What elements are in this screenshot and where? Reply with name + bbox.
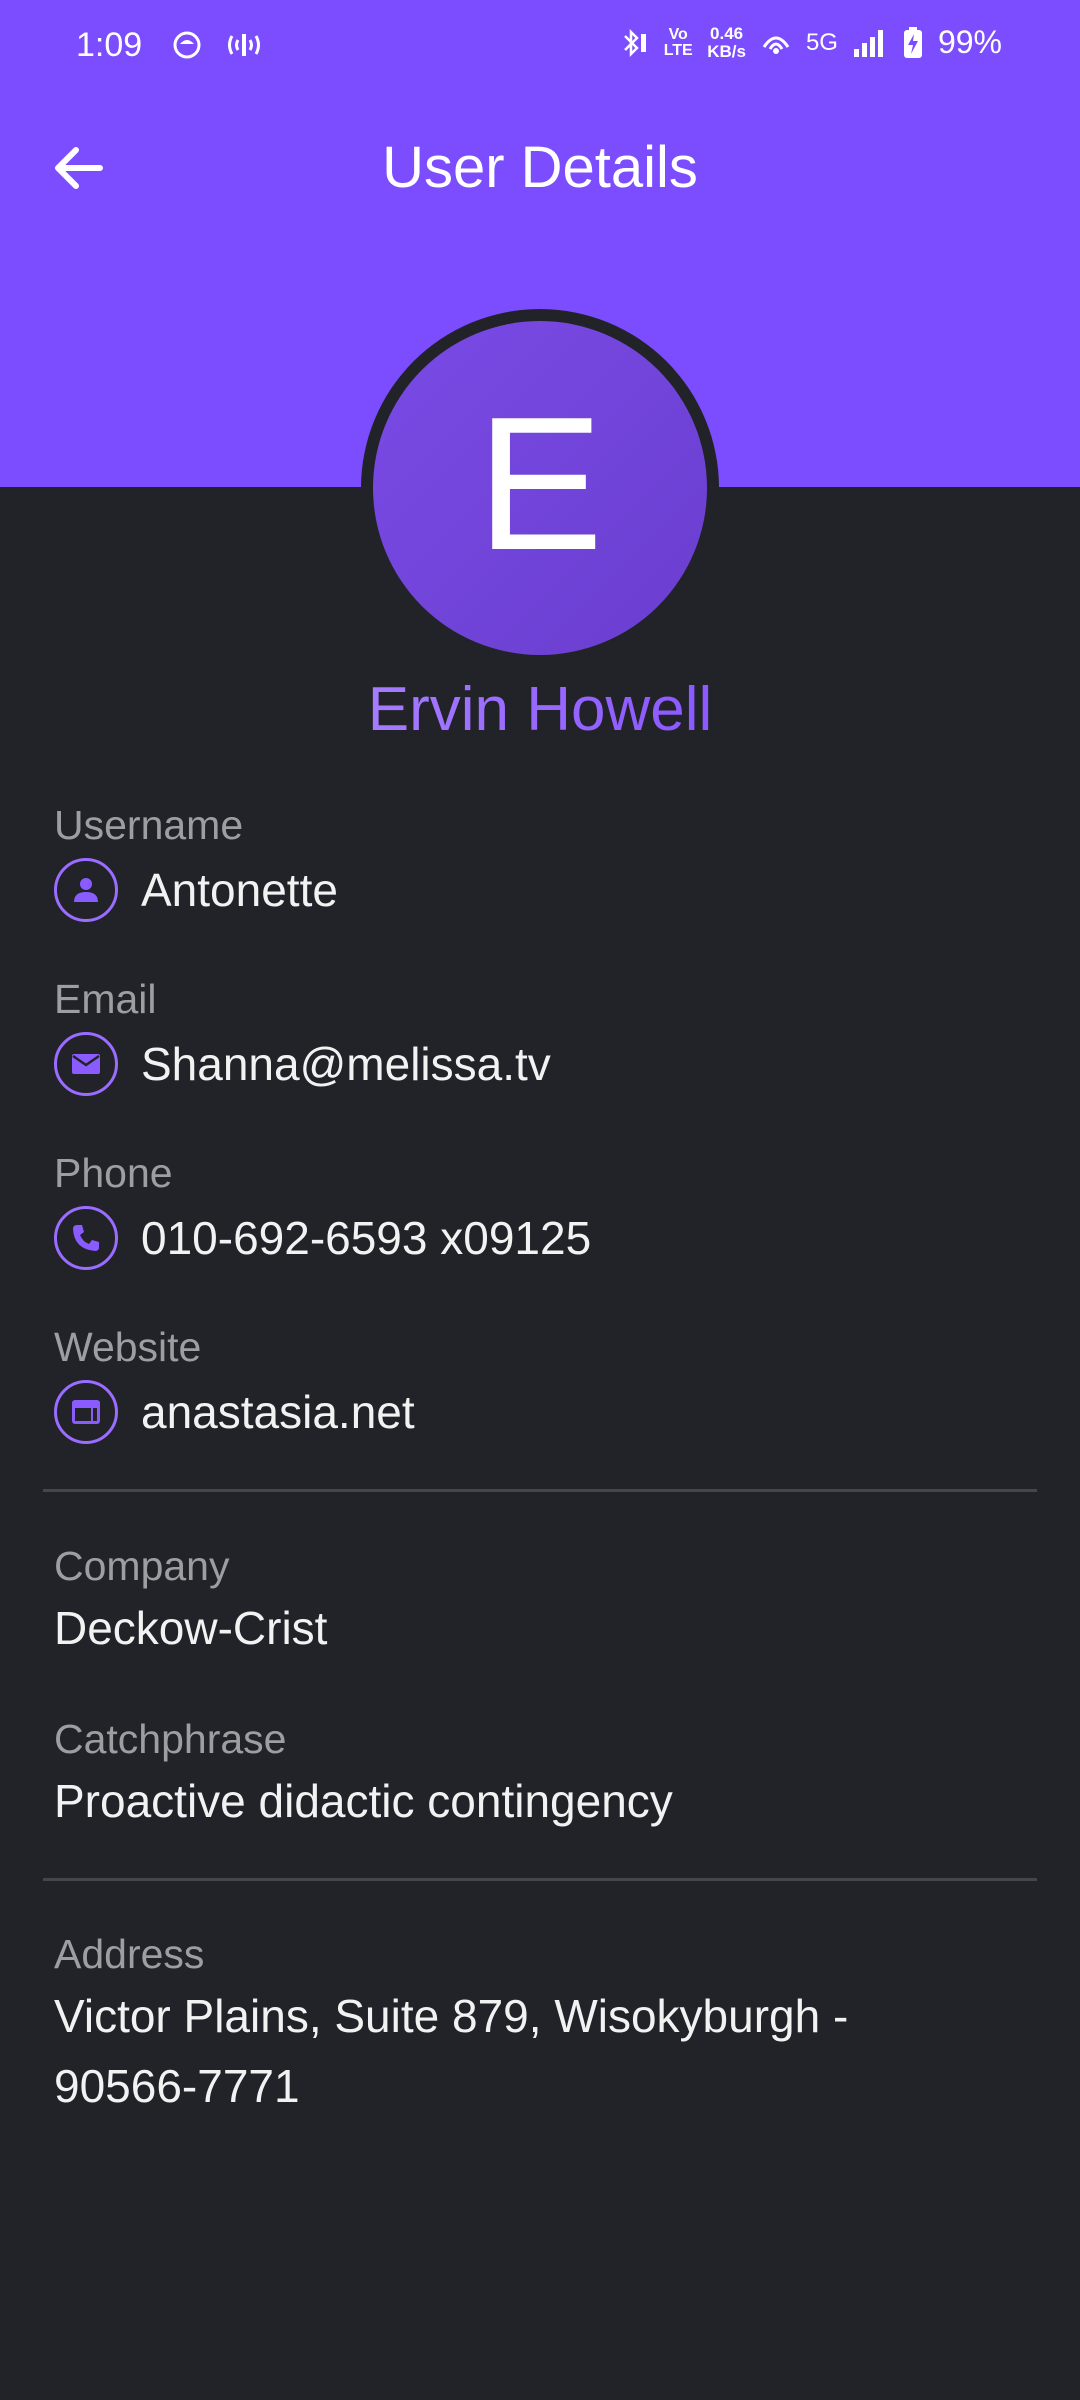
user-details-screen: 1:09 Vo LTE 0.46 KB/s 5G 99% User Detail… [0,0,1080,2400]
phone-icon [54,1206,118,1270]
status-time: 1:09 [76,26,143,64]
username-label: Username [54,802,244,848]
status-bar: 1:09 Vo LTE 0.46 KB/s 5G 99% [0,0,1080,96]
battery-level: 99% [937,24,1002,60]
status-left-icons [170,28,264,62]
network-speed-unit: KB/s [707,41,746,61]
divider [43,1878,1037,1881]
signal-icon [853,29,883,57]
website-value: anastasia.net [141,1386,415,1438]
battery-charging-icon [903,26,922,58]
hotspot-icon [228,34,260,56]
network-speed-value: 0.46 [710,23,744,43]
phone-value: 010-692-6593 x09125 [141,1212,592,1264]
bluetooth-icon [624,28,647,57]
web-icon [54,1380,118,1444]
wifi-calling-icon [762,36,790,54]
user-name: Ervin Howell [0,672,1080,748]
person-icon [54,858,118,922]
address-label: Address [54,1931,205,1977]
app-notification-icon [173,31,201,59]
address-line-1: Victor Plains, Suite 879, Wisokyburgh - [54,1990,849,2042]
email-value: Shanna@melissa.tv [141,1038,551,1090]
volte-indicator: Vo LTE [663,25,693,59]
divider [43,1489,1037,1492]
avatar: E [361,309,719,667]
mail-icon [54,1032,118,1096]
phone-label: Phone [54,1150,173,1196]
catchphrase-value: Proactive didactic contingency [54,1775,673,1827]
status-right-icons: Vo LTE 0.46 KB/s 5G 99% [615,24,1002,61]
address-line-2: 90566-7771 [54,2060,300,2112]
company-value: Deckow-Crist [54,1602,328,1654]
avatar-circle: E [373,321,707,655]
catchphrase-label: Catchphrase [54,1716,287,1762]
page-title: User Details [382,135,698,200]
email-label: Email [54,976,157,1022]
network-type: 5G [805,28,838,56]
username-value: Antonette [141,864,338,916]
company-label: Company [54,1543,230,1589]
website-label: Website [54,1324,202,1370]
network-speed: 0.46 KB/s [707,23,746,61]
avatar-initial: E [476,378,604,590]
